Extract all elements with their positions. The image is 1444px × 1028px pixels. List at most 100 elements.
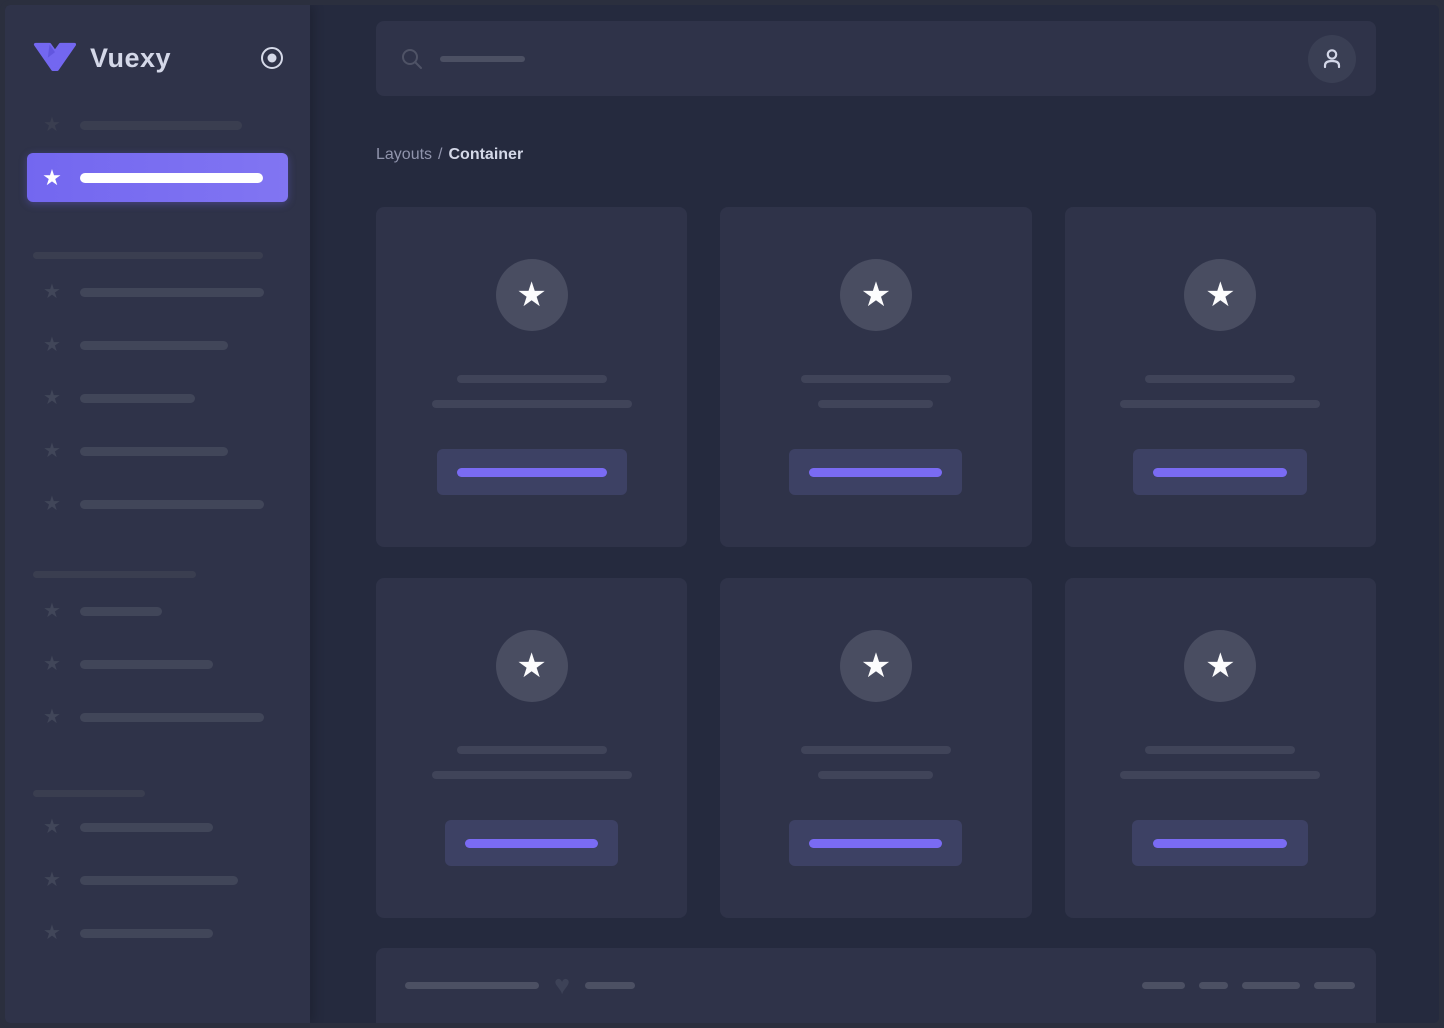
breadcrumb: Layouts / Container [376,145,1376,165]
footer-link-skeleton [1142,982,1185,989]
sidebar-item[interactable]: ★ [40,706,310,728]
sidebar-item[interactable]: ★ [40,869,310,891]
footer-link-skeleton [1199,982,1228,989]
placeholder-card: ★ [1064,207,1376,547]
card-avatar-circle: ★ [839,259,912,331]
sidebar-item-label-skeleton [80,499,264,509]
card-title-skeleton [1145,375,1296,383]
topbar-search[interactable] [376,21,1376,96]
star-icon: ★ [43,816,61,838]
card-action-button[interactable] [436,449,627,495]
button-label-skeleton [465,838,599,848]
star-icon: ★ [1205,647,1236,685]
star-icon: ★ [42,164,62,190]
card-avatar-circle: ★ [495,259,568,331]
sidebar-item-label-skeleton [80,712,264,722]
placeholder-card: ★ [376,578,688,918]
heart-icon: ♥ [554,970,571,1000]
card-subtitle-skeleton [818,771,934,779]
button-label-skeleton [1153,838,1288,848]
card-action-button[interactable] [1132,820,1309,866]
card-action-button[interactable] [789,820,963,866]
nav-pin-radio-icon[interactable] [260,46,284,70]
sidebar-section-header-skeleton [33,790,145,797]
button-label-skeleton [456,467,607,477]
footer-text-skeleton [585,982,636,989]
star-icon: ★ [860,276,892,314]
breadcrumb-separator: / [438,146,443,163]
button-label-skeleton [1153,467,1288,477]
star-icon: ★ [516,276,547,314]
card-avatar-circle: ★ [1184,259,1257,331]
star-icon: ★ [43,600,61,622]
card-avatar-circle: ★ [839,630,912,702]
card-title-skeleton [800,746,951,754]
placeholder-card: ★ [720,207,1032,547]
star-icon: ★ [1205,276,1236,314]
card-action-button[interactable] [789,449,963,495]
sidebar-item[interactable]: ★ [40,387,310,409]
star-icon: ★ [43,493,61,515]
sidebar-item[interactable]: ★ [40,114,310,136]
footer-links-group [1142,982,1355,989]
sidebar: Vuexy ★ ★ ★ ★ ★ ★ ★ ★ ★ ★ ★ ★ ★ [5,5,310,1023]
breadcrumb-parent[interactable]: Layouts [376,146,432,163]
star-icon: ★ [43,334,61,356]
sidebar-item-label-skeleton [80,875,238,885]
card-subtitle-skeleton [818,400,934,408]
star-icon: ★ [860,647,892,685]
breadcrumb-current: Container [448,146,524,163]
sidebar-menu: ★ ★ ★ ★ ★ ★ ★ ★ ★ ★ ★ ★ ★ [5,83,310,944]
search-placeholder-skeleton [440,55,525,62]
brand-name: Vuexy [90,42,172,73]
star-icon: ★ [43,706,61,728]
cards-grid: ★ ★ ★ ★ ★ ★ [376,207,1376,918]
star-icon: ★ [43,114,61,136]
sidebar-item[interactable]: ★ [40,334,310,356]
placeholder-card: ★ [720,578,1032,918]
footer-link-skeleton [1242,982,1300,989]
sidebar-item-label-skeleton [80,822,213,832]
card-subtitle-skeleton [1120,771,1321,779]
button-label-skeleton [809,467,943,477]
sidebar-item[interactable]: ★ [40,493,310,515]
sidebar-item[interactable]: ★ [40,653,310,675]
card-avatar-circle: ★ [495,630,568,702]
sidebar-section-header-skeleton [33,252,263,259]
card-title-skeleton [456,746,607,754]
star-icon: ★ [43,922,61,944]
star-icon: ★ [516,647,547,685]
footer-text-skeleton [405,982,539,989]
card-action-button[interactable] [1133,449,1308,495]
button-label-skeleton [809,838,943,848]
card-subtitle-skeleton [431,771,632,779]
sidebar-item-label-skeleton [80,172,263,183]
placeholder-card: ★ [376,207,688,547]
card-title-skeleton [1145,746,1296,754]
star-icon: ★ [43,440,61,462]
star-icon: ★ [43,281,61,303]
sidebar-item-label-skeleton [80,340,228,350]
sidebar-item[interactable]: ★ [40,922,310,944]
star-icon: ★ [43,387,61,409]
sidebar-item[interactable]: ★ [40,816,310,838]
sidebar-item-label-skeleton [80,606,162,616]
card-avatar-circle: ★ [1184,630,1257,702]
sidebar-item[interactable]: ★ [40,440,310,462]
sidebar-item-active[interactable]: ★ [27,153,288,202]
app-window: Vuexy ★ ★ ★ ★ ★ ★ ★ ★ ★ ★ ★ ★ ★ Layouts … [0,0,1444,1028]
search-icon [400,47,424,71]
user-avatar-button[interactable] [1308,34,1356,83]
sidebar-item-label-skeleton [80,928,213,938]
sidebar-item[interactable]: ★ [40,600,310,622]
sidebar-item-label-skeleton [80,393,195,403]
card-action-button[interactable] [445,820,619,866]
star-icon: ★ [43,869,61,891]
star-icon: ★ [43,653,61,675]
placeholder-card: ★ [1064,578,1376,918]
card-subtitle-skeleton [431,400,632,408]
sidebar-item[interactable]: ★ [40,281,310,303]
card-subtitle-skeleton [1120,400,1321,408]
sidebar-item-label-skeleton [80,446,228,456]
footer-link-skeleton [1314,982,1355,989]
